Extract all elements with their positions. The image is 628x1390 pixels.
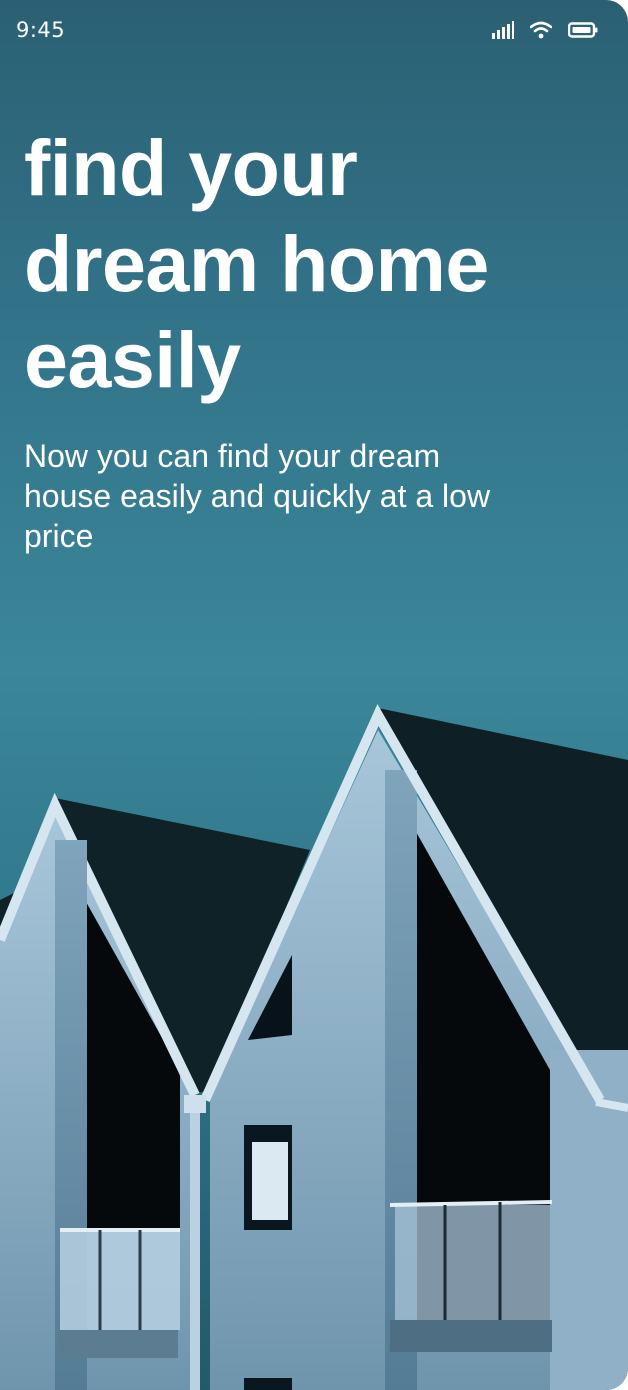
onboarding-screen: 9:45 find your dream home easily Now you… [0,0,628,1390]
wifi-icon [530,21,552,39]
hero-title: find your dream home easily [24,123,489,404]
status-bar: 9:45 [0,0,628,60]
status-icons [492,18,598,42]
hero-subtitle: Now you can find your dream house easily… [24,438,491,554]
house-rooftops-image [0,704,628,1390]
status-time: 9:45 [16,18,66,42]
signal-icon [492,21,514,39]
battery-icon [568,22,598,38]
